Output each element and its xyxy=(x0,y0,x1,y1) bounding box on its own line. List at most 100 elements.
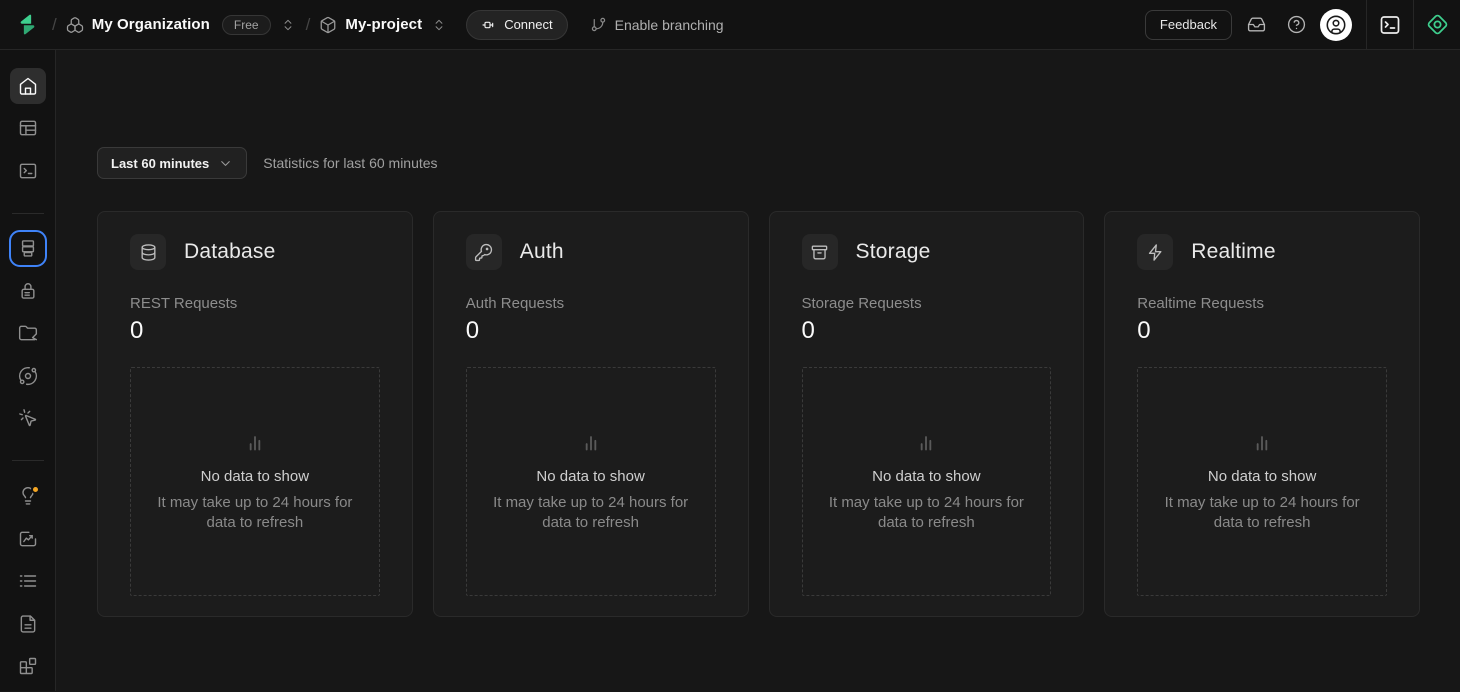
bar-chart-icon xyxy=(1249,430,1275,456)
breadcrumb-separator: / xyxy=(43,15,66,35)
help-button[interactable] xyxy=(1280,9,1312,41)
empty-state-subtitle: It may take up to 24 hours for data to r… xyxy=(813,493,1041,533)
metric-value: 0 xyxy=(802,317,1052,345)
metric-label: Storage Requests xyxy=(802,295,1052,312)
usage-cards: Database REST Requests 0 No data to show… xyxy=(97,211,1420,617)
database-cylinder-icon xyxy=(130,234,166,270)
table-icon xyxy=(18,118,38,138)
card-title: Realtime xyxy=(1191,240,1275,264)
sidebar-item-edge-functions[interactable] xyxy=(10,358,46,394)
sidebar-item-advisors[interactable] xyxy=(10,478,46,514)
bar-chart-icon xyxy=(242,430,268,456)
statistics-header-row: Last 60 minutes Statistics for last 60 m… xyxy=(97,147,1420,179)
supabase-logo-icon[interactable] xyxy=(16,13,39,36)
metric-label: Auth Requests xyxy=(466,295,716,312)
assistant-diamond-icon xyxy=(1425,12,1450,37)
enable-branching-button[interactable]: Enable branching xyxy=(590,16,724,33)
usage-card-storage: Storage Storage Requests 0 No data to sh… xyxy=(769,211,1085,617)
empty-state-title: No data to show xyxy=(1208,468,1316,485)
usage-card-realtime: Realtime Realtime Requests 0 No data to … xyxy=(1104,211,1420,617)
empty-state-title: No data to show xyxy=(201,468,309,485)
empty-chart-placeholder: No data to show It may take up to 24 hou… xyxy=(130,367,380,596)
notifications-inbox-button[interactable] xyxy=(1240,9,1272,41)
user-circle-icon xyxy=(1325,14,1347,36)
sidebar xyxy=(0,50,56,691)
project-home-content: Last 60 minutes Statistics for last 60 m… xyxy=(56,50,1460,691)
home-icon xyxy=(18,76,38,96)
sidebar-item-integrations[interactable] xyxy=(10,648,46,684)
sidebar-divider xyxy=(12,213,44,214)
empty-chart-placeholder: No data to show It may take up to 24 hou… xyxy=(802,367,1052,596)
sidebar-item-api-docs[interactable] xyxy=(10,606,46,642)
header-actions: Feedback xyxy=(1131,9,1366,41)
connect-button[interactable]: Connect xyxy=(466,10,567,40)
blocks-icon xyxy=(18,656,38,676)
metric-value: 0 xyxy=(466,317,716,345)
empty-state-title: No data to show xyxy=(536,468,644,485)
project-name[interactable]: My-project xyxy=(345,16,422,33)
git-branch-icon xyxy=(590,16,607,33)
empty-chart-placeholder: No data to show It may take up to 24 hou… xyxy=(466,367,716,596)
empty-state-title: No data to show xyxy=(872,468,980,485)
list-icon xyxy=(18,571,38,591)
empty-chart-placeholder: No data to show It may take up to 24 hou… xyxy=(1137,367,1387,596)
bar-chart-icon xyxy=(913,430,939,456)
org-switcher-chevrons-icon[interactable] xyxy=(279,16,297,34)
terminal-icon xyxy=(18,161,38,181)
plan-badge: Free xyxy=(222,15,271,35)
sidebar-item-realtime[interactable] xyxy=(10,401,46,437)
sidebar-item-sql-editor[interactable] xyxy=(10,153,46,189)
project-switcher-chevrons-icon[interactable] xyxy=(430,16,448,34)
user-avatar[interactable] xyxy=(1320,9,1352,41)
sidebar-divider xyxy=(12,460,44,461)
usage-card-database: Database REST Requests 0 No data to show… xyxy=(97,211,413,617)
terminal-panel-button[interactable] xyxy=(1366,0,1413,50)
organization-name[interactable]: My Organization xyxy=(92,16,210,33)
sidebar-item-reports[interactable] xyxy=(10,521,46,557)
file-text-icon xyxy=(18,614,38,634)
empty-state-subtitle: It may take up to 24 hours for data to r… xyxy=(141,493,369,533)
sidebar-item-database[interactable] xyxy=(10,231,46,267)
archive-box-icon xyxy=(802,234,838,270)
breadcrumb-organization[interactable]: My Organization Free xyxy=(66,15,297,35)
plug-icon xyxy=(481,17,497,33)
zap-icon xyxy=(1137,234,1173,270)
metric-value: 0 xyxy=(130,317,380,345)
breadcrumb-project[interactable]: My-project xyxy=(319,16,448,34)
folder-icon xyxy=(18,323,38,343)
help-circle-icon xyxy=(1287,15,1306,34)
sidebar-item-authentication[interactable] xyxy=(10,273,46,309)
metric-value: 0 xyxy=(1137,317,1387,345)
advisor-notification-dot xyxy=(31,485,40,494)
sidebar-item-table-editor[interactable] xyxy=(10,111,46,147)
card-title: Auth xyxy=(520,240,564,264)
lock-icon xyxy=(18,281,38,301)
bar-chart-icon xyxy=(578,430,604,456)
empty-state-subtitle: It may take up to 24 hours for data to r… xyxy=(477,493,705,533)
key-icon xyxy=(466,234,502,270)
orbit-icon xyxy=(18,366,38,386)
sidebar-item-home[interactable] xyxy=(10,68,46,104)
card-title: Database xyxy=(184,240,276,264)
chevron-down-icon xyxy=(218,156,233,171)
breadcrumb-separator: / xyxy=(297,15,320,35)
sidebar-item-storage[interactable] xyxy=(10,316,46,352)
inbox-icon xyxy=(1247,15,1266,34)
card-title: Storage xyxy=(856,240,931,264)
statistics-subtitle: Statistics for last 60 minutes xyxy=(263,155,437,171)
metric-label: Realtime Requests xyxy=(1137,295,1387,312)
square-terminal-icon xyxy=(1378,13,1402,37)
time-range-selector[interactable]: Last 60 minutes xyxy=(97,147,247,179)
usage-card-auth: Auth Auth Requests 0 No data to show It … xyxy=(433,211,749,617)
organization-boxes-icon xyxy=(66,16,84,34)
metric-label: REST Requests xyxy=(130,295,380,312)
ai-assistant-button[interactable] xyxy=(1413,0,1460,50)
feedback-button[interactable]: Feedback xyxy=(1145,10,1232,40)
database-stack-icon xyxy=(18,238,38,258)
empty-state-subtitle: It may take up to 24 hours for data to r… xyxy=(1148,493,1376,533)
chart-icon xyxy=(18,529,38,549)
pointer-click-icon xyxy=(18,408,38,428)
header: / My Organization Free / My-project xyxy=(0,0,1460,50)
project-box-icon xyxy=(319,16,337,34)
sidebar-item-logs[interactable] xyxy=(10,563,46,599)
